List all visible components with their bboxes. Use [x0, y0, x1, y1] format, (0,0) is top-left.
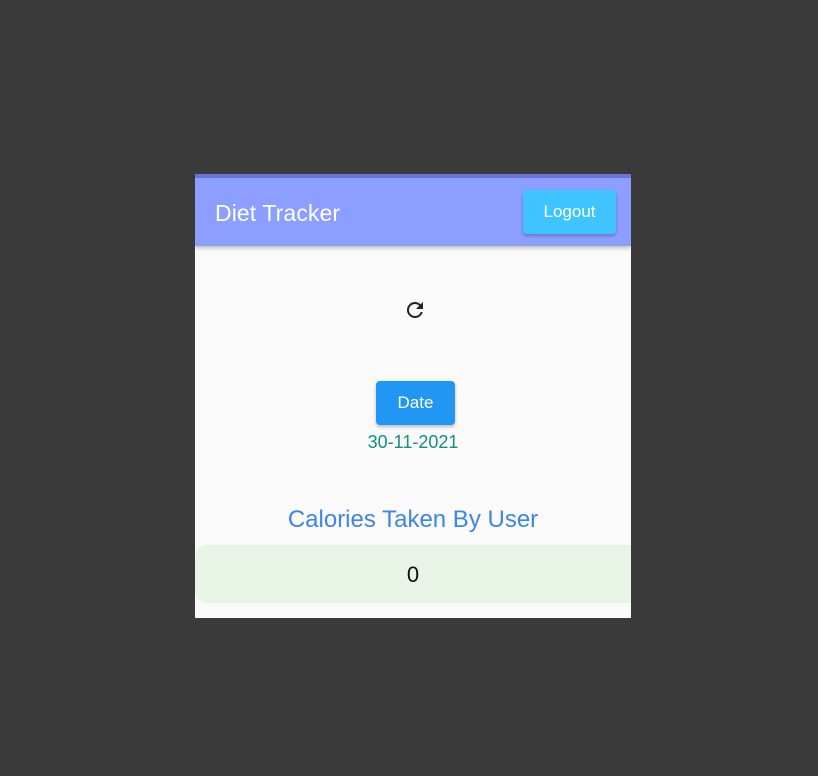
app-bar: Diet Tracker Logout	[195, 178, 631, 246]
app-title: Diet Tracker	[215, 200, 341, 226]
date-button[interactable]: Date	[376, 381, 455, 425]
calories-value: 0	[406, 562, 420, 587]
refresh-icon	[406, 301, 423, 318]
logout-button[interactable]: Logout	[523, 190, 616, 234]
calories-title: Calories Taken By User	[287, 506, 539, 533]
calories-card: 0	[195, 545, 631, 603]
refresh-button[interactable]	[401, 296, 429, 324]
app-screen: Diet Tracker Logout Date 30-11-2021 Calo…	[195, 174, 631, 618]
selected-date: 30-11-2021	[367, 432, 459, 452]
